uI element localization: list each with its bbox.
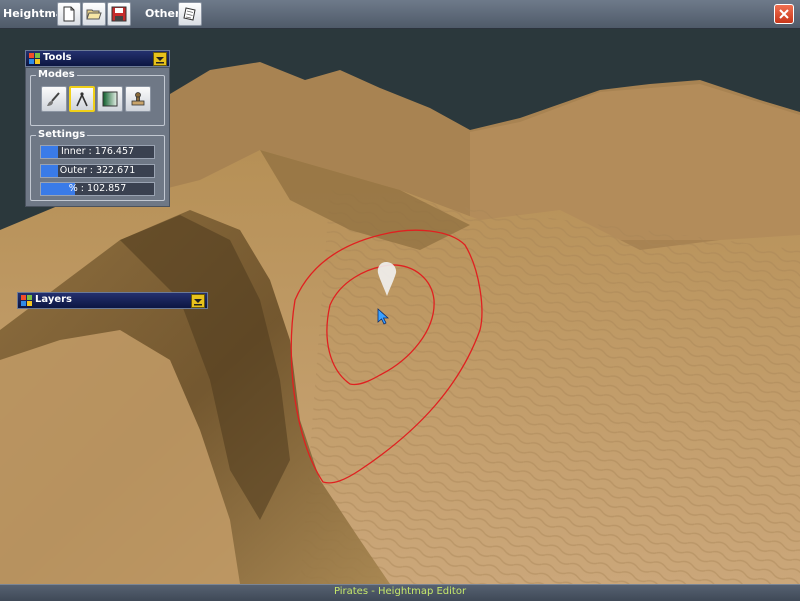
inner-radius-label: Inner : 176.457 bbox=[60, 146, 135, 157]
chevron-down-icon bbox=[194, 299, 202, 306]
settings-label: Settings bbox=[36, 129, 88, 140]
windows-logo-icon bbox=[21, 295, 32, 306]
percent-label: % : 102.857 bbox=[68, 183, 127, 194]
stamp-icon bbox=[131, 92, 145, 106]
percent-slider[interactable]: % : 102.857 bbox=[40, 182, 155, 196]
new-heightmap-button[interactable] bbox=[57, 2, 81, 26]
inner-radius-slider[interactable]: Inner : 176.457 bbox=[40, 145, 155, 159]
tools-panel-title: Tools bbox=[43, 52, 72, 63]
stamp-mode-button[interactable] bbox=[125, 86, 151, 112]
open-heightmap-button[interactable] bbox=[82, 2, 106, 26]
modes-group: Modes bbox=[30, 69, 165, 126]
save-heightmap-button[interactable] bbox=[107, 2, 131, 26]
modes-label: Modes bbox=[36, 69, 77, 80]
paper-notes-icon bbox=[183, 7, 196, 21]
layers-panel-titlebar[interactable]: Layers bbox=[17, 292, 208, 309]
layers-panel-title: Layers bbox=[35, 294, 72, 305]
layers-panel-minimize-button[interactable] bbox=[191, 294, 205, 308]
compass-icon bbox=[76, 92, 88, 107]
raise-mode-button[interactable] bbox=[69, 86, 95, 112]
close-icon bbox=[779, 9, 789, 19]
top-toolbar: Heightmap: Other: bbox=[0, 0, 800, 29]
tools-panel: Modes Settings Inner: 176.457 Outer: 3… bbox=[25, 67, 170, 207]
close-button[interactable] bbox=[774, 4, 794, 24]
brush-mode-button[interactable] bbox=[41, 86, 67, 112]
status-bar: Pirates - Heightmap Editor bbox=[0, 584, 800, 601]
new-document-icon bbox=[63, 6, 75, 22]
tools-panel-titlebar[interactable]: Tools bbox=[25, 50, 170, 67]
floppy-disk-icon bbox=[111, 6, 127, 22]
brush-icon bbox=[47, 92, 60, 106]
tools-panel-minimize-button[interactable] bbox=[153, 52, 167, 66]
gradient-mode-button[interactable] bbox=[97, 86, 123, 112]
outer-radius-slider[interactable]: Outer : 322.671 bbox=[40, 164, 155, 178]
windows-logo-icon bbox=[29, 53, 40, 64]
gradient-icon bbox=[102, 91, 118, 107]
folder-open-icon bbox=[86, 9, 102, 20]
chevron-down-icon bbox=[156, 57, 164, 64]
settings-group: Settings Inner : 176.457 Outer : 322.671… bbox=[30, 129, 165, 201]
other-tool-button[interactable] bbox=[178, 2, 202, 26]
outer-radius-label: Outer : 322.671 bbox=[59, 165, 136, 176]
status-text: Pirates - Heightmap Editor bbox=[333, 586, 467, 597]
